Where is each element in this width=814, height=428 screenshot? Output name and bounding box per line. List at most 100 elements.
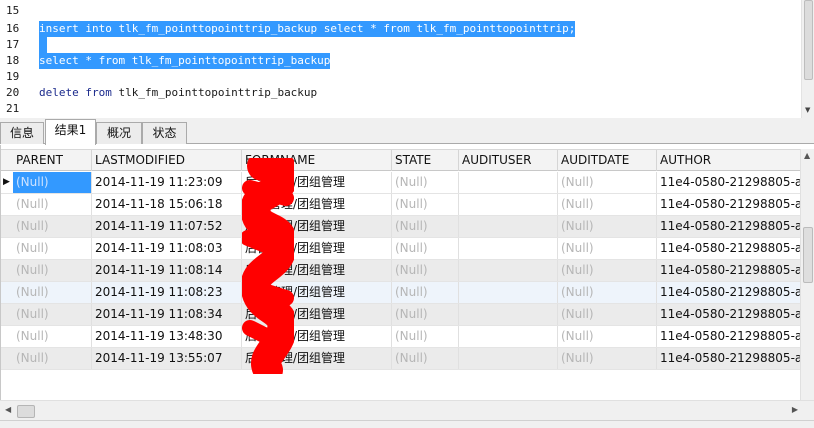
cell-auditdate[interactable]: (Null) xyxy=(558,216,657,237)
scrollbar-thumb[interactable] xyxy=(804,0,813,80)
cell-state[interactable]: (Null) xyxy=(392,282,459,303)
arrow-right-icon[interactable]: ▶ xyxy=(792,405,798,414)
cell-audituser[interactable] xyxy=(459,304,558,325)
cell-audituser[interactable] xyxy=(459,282,558,303)
cell-parent[interactable]: (Null) xyxy=(13,326,92,347)
cell-audituser[interactable] xyxy=(459,194,558,215)
cell-auditdate[interactable]: (Null) xyxy=(558,172,657,193)
tab-status[interactable]: 状态 xyxy=(142,122,187,144)
cell-lastmodified[interactable]: 2014-11-19 11:08:23 xyxy=(92,282,242,303)
cell-state[interactable]: (Null) xyxy=(392,216,459,237)
cell-author[interactable]: 11e4-0580-21298805-a2 xyxy=(657,326,801,347)
table-row[interactable]: (Null) 2014-11-19 11:08:14 后台管理/团组管理 (Null)… xyxy=(1,260,801,282)
cell-auditdate[interactable]: (Null) xyxy=(558,238,657,259)
cell-auditdate[interactable]: (Null) xyxy=(558,326,657,347)
grid-header: PARENT LASTMODIFIED FORMNAME STATE AUDIT… xyxy=(1,149,801,171)
cell-parent[interactable]: (Null) xyxy=(13,238,92,259)
tab-result1[interactable]: 结果1 xyxy=(45,119,96,145)
table-row[interactable]: (Null) 2014-11-19 13:48:30 后台管理/团组管理 (Null)… xyxy=(1,326,801,348)
cell-auditdate[interactable]: (Null) xyxy=(558,194,657,215)
redaction-scribble xyxy=(242,158,294,374)
cell-parent[interactable]: (Null) xyxy=(13,260,92,281)
arrow-down-icon[interactable]: ▼ xyxy=(805,106,810,114)
table-row[interactable]: (Null) 2014-11-18 15:06:18 后台管理/团组管理 (Null)… xyxy=(1,194,801,216)
cell-lastmodified[interactable]: 2014-11-19 11:23:09 xyxy=(92,172,242,193)
line-number: 20 xyxy=(6,86,20,99)
sql-text[interactable]: delete from tlk_fm_pointtopointtrip_back… xyxy=(39,85,317,101)
arrow-up-icon[interactable]: ▲ xyxy=(804,151,810,160)
grid-vertical-scrollbar[interactable]: ▲ xyxy=(800,149,814,407)
cell-state[interactable]: (Null) xyxy=(392,238,459,259)
cell-audituser[interactable] xyxy=(459,326,558,347)
cell-author[interactable]: 11e4-0580-21298805-a2 xyxy=(657,282,801,303)
sql-editor[interactable]: 15 16 insert into tlk_fm_pointtopointtri… xyxy=(0,0,814,118)
table-row[interactable]: (Null) 2014-11-19 13:55:07 后台管理/团组管理 (Null)… xyxy=(1,348,801,370)
cell-author[interactable]: 11e4-0580-21298805-a2 xyxy=(657,238,801,259)
line-number: 17 xyxy=(6,38,20,51)
cell-lastmodified[interactable]: 2014-11-19 13:48:30 xyxy=(92,326,242,347)
sql-table-name: tlk_fm_pointtopointtrip_backup xyxy=(118,86,318,99)
cell-author[interactable]: 11e4-0580-21298805-a2 xyxy=(657,216,801,237)
cell-audituser[interactable] xyxy=(459,172,558,193)
cell-lastmodified[interactable]: 2014-11-19 11:08:03 xyxy=(92,238,242,259)
arrow-left-icon[interactable]: ◀ xyxy=(5,405,11,414)
column-header-audituser[interactable]: AUDITUSER xyxy=(459,150,558,171)
cell-parent[interactable]: (Null) xyxy=(13,282,92,303)
table-row[interactable]: (Null) 2014-11-19 11:08:03 后台管理/团组管理 (Null)… xyxy=(1,238,801,260)
table-row[interactable]: (Null) 2014-11-19 11:08:34 后台管理/团组管理 (Null)… xyxy=(1,304,801,326)
editor-line: 19 xyxy=(0,69,800,85)
cell-audituser[interactable] xyxy=(459,348,558,369)
cell-author[interactable]: 11e4-0580-21298805-a2 xyxy=(657,348,801,369)
cell-audituser[interactable] xyxy=(459,216,558,237)
tab-info[interactable]: 信息 xyxy=(0,122,44,144)
cell-lastmodified[interactable]: 2014-11-18 15:06:18 xyxy=(92,194,242,215)
editor-line: 21 xyxy=(0,101,800,117)
table-row[interactable]: (Null) 2014-11-19 11:08:23 后台管理/团组管理 (Null)… xyxy=(1,282,801,304)
selected-sql-text[interactable]: select * from tlk_fm_pointtopointtrip_ba… xyxy=(39,53,331,69)
cell-parent[interactable]: (Null) xyxy=(13,194,92,215)
column-header-parent[interactable]: PARENT xyxy=(13,150,92,171)
cell-author[interactable]: 11e4-0580-21298805-a2 xyxy=(657,260,801,281)
column-header-auditdate[interactable]: AUDITDATE xyxy=(558,150,657,171)
editor-line: 20 delete from tlk_fm_pointtopointtrip_b… xyxy=(0,85,800,101)
cell-author[interactable]: 11e4-0580-21298805-a2 xyxy=(657,172,801,193)
table-row[interactable]: ▶ (Null) 2014-11-19 11:23:09 后台管理/团组管理 (Null… xyxy=(1,172,801,194)
cell-auditdate[interactable]: (Null) xyxy=(558,304,657,325)
status-bar xyxy=(0,420,814,428)
cell-author[interactable]: 11e4-0580-21298805-a2 xyxy=(657,304,801,325)
cell-parent[interactable]: (Null) xyxy=(13,304,92,325)
cell-state[interactable]: (Null) xyxy=(392,304,459,325)
tab-profile[interactable]: 概况 xyxy=(96,122,142,144)
column-header-lastmodified[interactable]: LASTMODIFIED xyxy=(92,150,242,171)
cell-auditdate[interactable]: (Null) xyxy=(558,282,657,303)
sql-keyword: delete xyxy=(39,86,79,99)
table-row[interactable]: (Null) 2014-11-19 11:07:52 后台管理/团组管理 (Null)… xyxy=(1,216,801,238)
selected-sql-text[interactable]: insert into tlk_fm_pointtopointtrip_back… xyxy=(39,21,576,37)
cell-lastmodified[interactable]: 2014-11-19 11:07:52 xyxy=(92,216,242,237)
column-header-author[interactable]: AUTHOR xyxy=(657,150,801,171)
cell-lastmodified[interactable]: 2014-11-19 11:08:14 xyxy=(92,260,242,281)
result-grid[interactable]: PARENT LASTMODIFIED FORMNAME STATE AUDIT… xyxy=(0,145,814,410)
cell-lastmodified[interactable]: 2014-11-19 13:55:07 xyxy=(92,348,242,369)
cell-state[interactable]: (Null) xyxy=(392,172,459,193)
cell-state[interactable]: (Null) xyxy=(392,194,459,215)
editor-line: 17 xyxy=(0,37,800,53)
cell-state[interactable]: (Null) xyxy=(392,326,459,347)
cell-auditdate[interactable]: (Null) xyxy=(558,348,657,369)
cell-lastmodified[interactable]: 2014-11-19 11:08:34 xyxy=(92,304,242,325)
cell-audituser[interactable] xyxy=(459,238,558,259)
editor-vertical-scrollbar[interactable]: ▼ xyxy=(801,0,814,118)
cell-state[interactable]: (Null) xyxy=(392,260,459,281)
cell-auditdate[interactable]: (Null) xyxy=(558,260,657,281)
grid-horizontal-scrollbar[interactable]: ◀ ▶ xyxy=(0,400,814,420)
cell-author[interactable]: 11e4-0580-21298805-a2 xyxy=(657,194,801,215)
scrollbar-thumb[interactable] xyxy=(17,405,35,418)
scrollbar-thumb[interactable] xyxy=(803,227,813,283)
cell-state[interactable]: (Null) xyxy=(392,348,459,369)
sql-keyword: from xyxy=(85,86,112,99)
cell-parent[interactable]: (Null) xyxy=(13,216,92,237)
column-header-state[interactable]: STATE xyxy=(392,150,459,171)
cell-parent[interactable]: (Null) xyxy=(13,172,92,193)
cell-parent[interactable]: (Null) xyxy=(13,348,92,369)
cell-audituser[interactable] xyxy=(459,260,558,281)
